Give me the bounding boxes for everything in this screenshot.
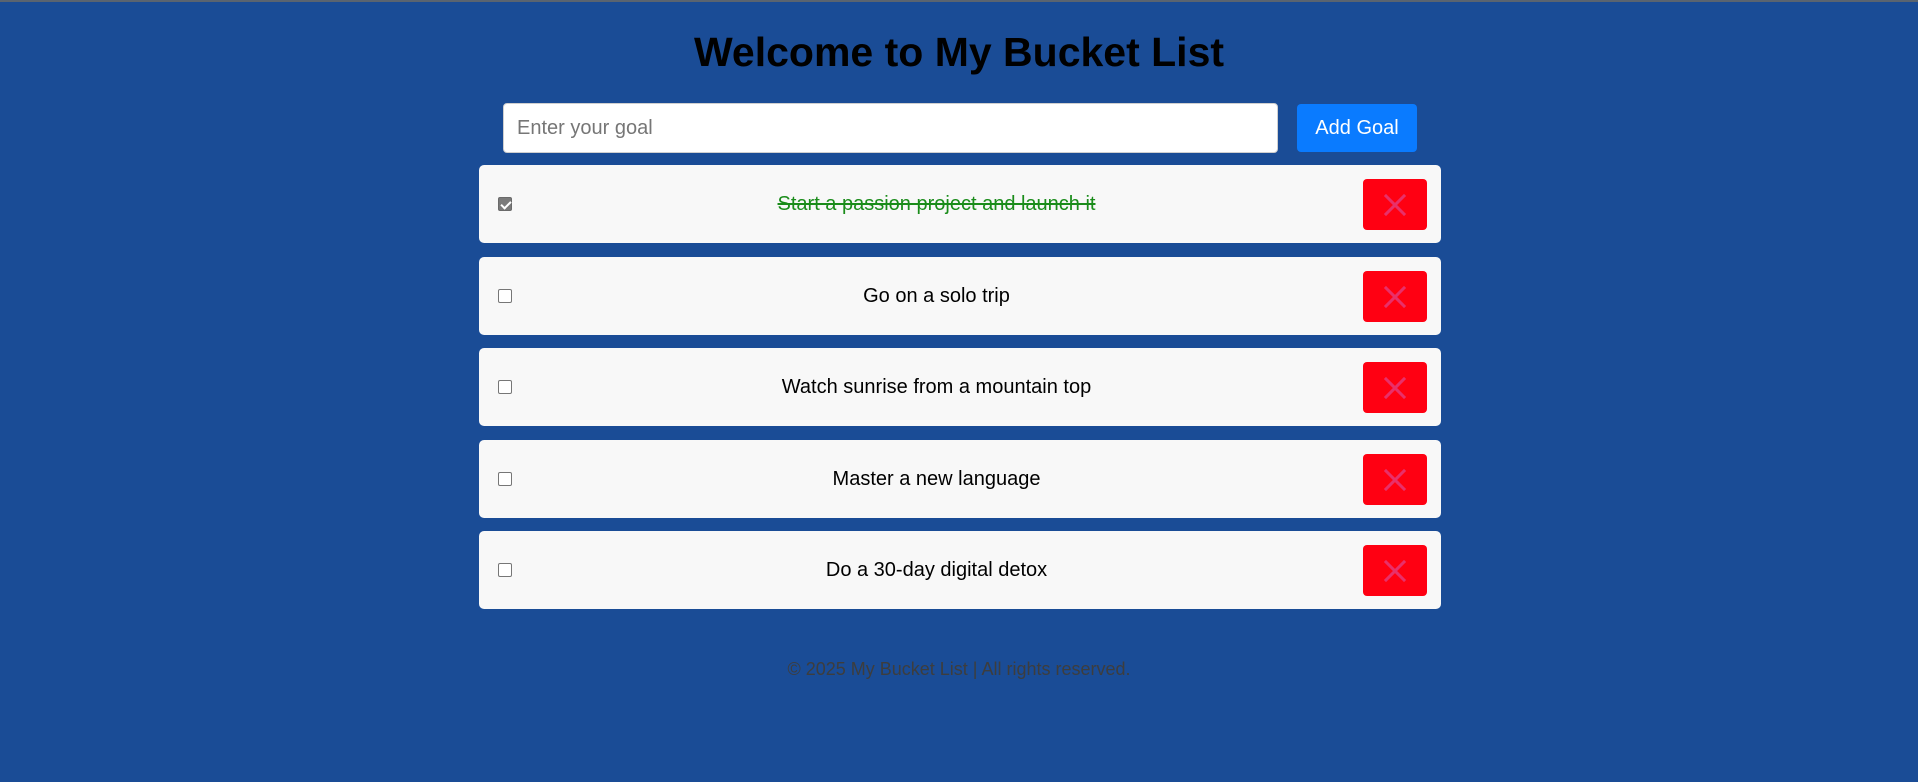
delete-goal-button[interactable] — [1363, 545, 1427, 596]
close-icon — [1384, 194, 1406, 216]
close-icon — [1384, 560, 1406, 582]
delete-goal-button[interactable] — [1363, 270, 1427, 322]
goal-item: Master a new language — [479, 439, 1441, 518]
page-title: Welcome to My Bucket List — [693, 29, 1225, 75]
goal-text: Do a 30-day digital detox — [825, 559, 1048, 581]
goal-list: Start a passion project and launch it Go… — [479, 165, 1441, 623]
close-icon — [1384, 468, 1406, 491]
close-icon — [1384, 285, 1406, 308]
goal-item: Start a passion project and launch it — [479, 165, 1441, 243]
goal-item: Watch sunrise from a mountain top — [479, 348, 1441, 426]
footer-copyright: © 2025 My Bucket List | All rights reser… — [787, 659, 1131, 679]
goal-form: Add Goal — [503, 103, 1417, 153]
delete-goal-button[interactable] — [1363, 179, 1427, 230]
add-goal-button[interactable]: Add Goal — [1297, 104, 1417, 152]
delete-goal-button[interactable] — [1363, 362, 1427, 413]
close-icon — [1384, 377, 1406, 399]
goal-text: Go on a solo trip — [863, 284, 1010, 307]
delete-goal-button[interactable] — [1363, 453, 1427, 505]
goal-text: Watch sunrise from a mountain top — [781, 376, 1092, 398]
goal-text: Start a passion project and launch it — [777, 193, 1096, 215]
goal-item: Go on a solo trip — [479, 256, 1441, 335]
goal-input[interactable] — [503, 103, 1278, 153]
goal-text: Master a new language — [832, 467, 1041, 490]
goal-item: Do a 30-day digital detox — [479, 531, 1441, 609]
